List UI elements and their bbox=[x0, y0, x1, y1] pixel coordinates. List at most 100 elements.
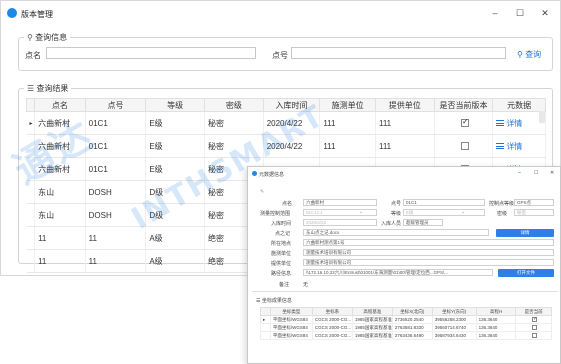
coord-column-header[interactable]: 高程基准 bbox=[351, 307, 393, 316]
open-file-button[interactable]: 打开文件 bbox=[498, 269, 554, 277]
coord-cell-x: 2763436.6490 bbox=[391, 331, 433, 340]
control-grade-label: 控制点等级 bbox=[489, 201, 515, 207]
vertical-scrollbar[interactable] bbox=[539, 111, 545, 123]
coord-cell-h: 136.3640 bbox=[475, 323, 517, 332]
point-number-cell: 01C1 bbox=[85, 111, 147, 135]
coord-current-cell bbox=[515, 315, 552, 324]
current-version-checkbox[interactable] bbox=[460, 117, 469, 128]
results-header-row: 点名 点号 等级 密级 入库时间 施测单位 提供单位 是否当前版本 元数据 bbox=[25, 98, 546, 112]
coord-column-header[interactable]: 坐标类型 bbox=[269, 307, 313, 316]
point-number-label: 点号 bbox=[391, 201, 402, 207]
current-version-checkbox[interactable] bbox=[460, 142, 469, 151]
dialog-minimize-button[interactable]: – bbox=[518, 170, 521, 176]
remark-label: 备注 bbox=[279, 282, 290, 288]
edit-icon[interactable]: ✎ bbox=[260, 189, 264, 195]
location-field[interactable]: 六曲新村测点第1号 bbox=[303, 239, 554, 246]
point-name-label: 点名 bbox=[25, 51, 41, 60]
column-header[interactable]: 元数据 bbox=[492, 98, 546, 112]
results-group-title: 查询结果 bbox=[36, 84, 69, 93]
list-icon bbox=[496, 143, 505, 150]
coord-current-checkbox[interactable] bbox=[532, 333, 538, 339]
coord-column-header[interactable]: 坐标X(北向) bbox=[391, 307, 433, 316]
location-label: 所在地点 bbox=[271, 241, 292, 247]
provide-unit-field[interactable]: 测量技术培训有限公司 bbox=[303, 259, 554, 266]
row-indicator bbox=[26, 226, 36, 250]
point-number-cell: 11 bbox=[85, 249, 147, 273]
coord-current-checkbox[interactable] bbox=[532, 317, 537, 323]
search-button[interactable]: ⚲ 查询 bbox=[517, 49, 541, 60]
maximize-button[interactable]: ☐ bbox=[509, 6, 531, 20]
detail-link[interactable]: 详情 bbox=[496, 142, 522, 151]
detail-link[interactable]: 详情 bbox=[496, 119, 522, 128]
coord-cell-h: 136.3640 bbox=[475, 331, 517, 340]
coord-column-header[interactable]: 坐标Y(东向) bbox=[431, 307, 477, 316]
coord-cell-y: 39587934.6430 bbox=[431, 331, 477, 340]
survey-unit-field[interactable]: 测量技术培训有限公司 bbox=[303, 249, 554, 256]
coord-row[interactable]: 平面坐标/WGS84 CGCS 2000-CG... 1985国家高程基准 27635… bbox=[260, 323, 552, 332]
storage-time-label: 入库时间 bbox=[271, 221, 292, 227]
chevron-down-icon[interactable]: ⌄ bbox=[461, 209, 465, 215]
results-group-header: ☰ 查询结果 bbox=[24, 83, 72, 94]
coord-column-header[interactable]: 坐标系 bbox=[311, 307, 353, 316]
coord-current-checkbox[interactable] bbox=[532, 325, 538, 331]
current-version-cell bbox=[434, 111, 494, 135]
dialog-maximize-button[interactable]: ☐ bbox=[534, 170, 538, 176]
point-note-label: 点之记 bbox=[275, 231, 291, 237]
point-name-field[interactable]: 六曲新村 bbox=[303, 199, 377, 206]
column-header[interactable]: 施测单位 bbox=[319, 98, 376, 112]
dialog-close-button[interactable]: ✕ bbox=[550, 170, 554, 176]
point-number-input[interactable] bbox=[291, 47, 506, 59]
grade-cell: E级 bbox=[145, 134, 206, 158]
coord-row[interactable]: 平面坐标/WGS84 CGCS 2000-CG... 1985国家高程基准 27634… bbox=[260, 331, 552, 340]
coord-cell-sys: CGCS 2000-CG... bbox=[311, 315, 353, 324]
point-name-cell: 东山 bbox=[34, 203, 86, 227]
coord-column-header bbox=[260, 307, 271, 316]
survey-unit-cell: 111 bbox=[319, 134, 376, 158]
point-name-label: 点名 bbox=[282, 201, 293, 207]
point-number-field[interactable]: 01C1 bbox=[403, 199, 485, 206]
column-header[interactable]: 等级 bbox=[145, 98, 206, 112]
point-note-field[interactable]: 东山点之记.docx bbox=[303, 229, 489, 236]
view-detail-button[interactable]: 详情 bbox=[496, 229, 554, 237]
title-bar: 版本管理 – ☐ ✕ bbox=[1, 1, 560, 23]
column-header[interactable]: 提供单位 bbox=[374, 98, 435, 112]
column-header[interactable]: 点号 bbox=[84, 98, 147, 112]
current-version-cell bbox=[434, 134, 494, 158]
grade-field[interactable]: E级 bbox=[403, 209, 485, 216]
path-label: 路径信息 bbox=[271, 271, 292, 277]
coord-header-row: 坐标类型 坐标系 高程基准 坐标X(北向) 坐标Y(东向) 高程H 是否当前 bbox=[260, 307, 552, 316]
secret-level-label: 密级 bbox=[497, 211, 508, 217]
minimize-button[interactable]: – bbox=[484, 6, 506, 20]
metadata-dialog: 元数据信息 – ☐ ✕ ✎ 点名 六曲新村 点号 01C1 控制点等级 GPS点… bbox=[247, 166, 561, 364]
coord-column-header[interactable]: 高程H bbox=[475, 307, 517, 316]
column-header[interactable]: 密级 bbox=[204, 98, 264, 112]
point-number-cell: 11 bbox=[85, 226, 147, 250]
point-name-cell: 11 bbox=[34, 226, 86, 250]
coord-row[interactable]: ▸ 平面坐标/WGS84 CGCS 2000-CG... 1985国家高程基准 2736… bbox=[260, 315, 552, 324]
coord-cell-height: 1985国家高程基准 bbox=[351, 315, 393, 324]
chevron-down-icon[interactable]: ⌄ bbox=[359, 209, 363, 215]
secret-level-field[interactable]: 秘密 bbox=[514, 209, 554, 216]
query-group-header: ⚲ 查询信息 bbox=[24, 32, 71, 43]
survey-area-field[interactable]: 01C1C1 bbox=[303, 209, 377, 216]
dialog-title: 元数据信息 bbox=[259, 172, 285, 178]
provide-unit-label: 提供单位 bbox=[271, 261, 292, 267]
remark-value: 无 bbox=[303, 282, 309, 288]
control-grade-field[interactable]: GPS点 bbox=[514, 199, 554, 206]
point-number-label: 点号 bbox=[272, 51, 288, 60]
point-name-input[interactable] bbox=[46, 47, 256, 59]
storage-time-field[interactable]: 2020/4/22 bbox=[303, 219, 377, 226]
column-header[interactable]: 是否当前版本 bbox=[433, 98, 494, 112]
coord-section-header: ☰ 坐标成果信息 bbox=[256, 297, 292, 304]
row-indicator bbox=[26, 249, 36, 273]
app-icon bbox=[7, 8, 17, 18]
metadata-cell: 详情 bbox=[492, 111, 546, 135]
coord-cell-y: 39556258.2300 bbox=[431, 315, 477, 324]
coord-cell-x: 2736620.2540 bbox=[391, 315, 433, 324]
storage-person-field[interactable]: 超级管理员 bbox=[403, 219, 443, 226]
path-field[interactable]: \\172.16.10.22六川\Entrust\01001\东海测量\01\0… bbox=[303, 269, 493, 276]
point-number-cell: 01C1 bbox=[85, 157, 147, 181]
close-button[interactable]: ✕ bbox=[534, 6, 556, 20]
coord-column-header[interactable]: 是否当前 bbox=[515, 307, 552, 316]
section-divider bbox=[252, 291, 558, 292]
